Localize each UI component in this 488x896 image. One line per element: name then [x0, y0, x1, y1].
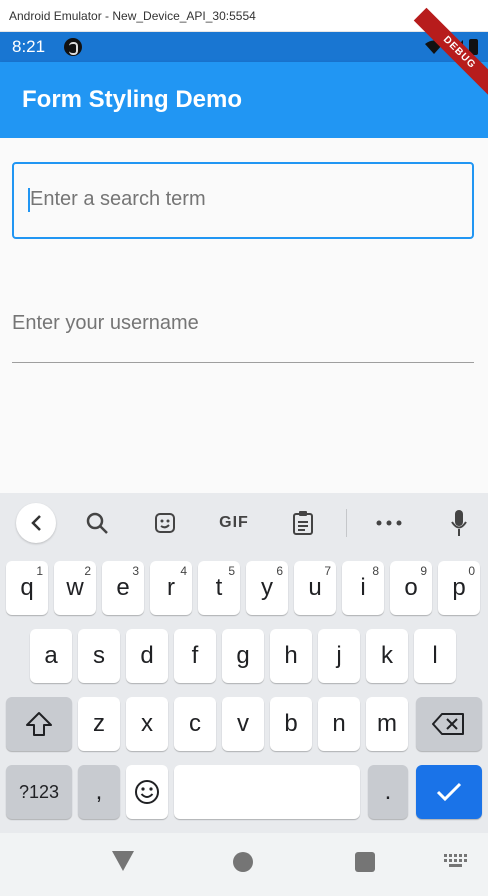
username-placeholder: Enter your username — [12, 312, 199, 334]
chevron-left-icon — [31, 515, 41, 531]
key-g[interactable]: g — [222, 629, 264, 683]
page-title: Form Styling Demo — [22, 86, 243, 113]
keyboard-switch-icon[interactable] — [444, 854, 468, 870]
emulator-window-title: Android Emulator - New_Device_API_30:555… — [0, 0, 488, 32]
search-input[interactable]: Enter a search term — [12, 162, 474, 239]
key-d[interactable]: d — [126, 629, 168, 683]
key-hint: 0 — [468, 564, 475, 578]
key-hint: 7 — [324, 564, 331, 578]
system-navigation-bar — [0, 833, 488, 896]
keyboard-gif-button[interactable]: GIF — [212, 504, 256, 542]
nav-home-icon[interactable] — [233, 852, 253, 872]
key-label: p — [452, 574, 466, 601]
key-y[interactable]: y6 — [246, 561, 288, 615]
key-l[interactable]: l — [414, 629, 456, 683]
nav-back-icon[interactable] — [112, 851, 134, 871]
keyboard-more-button[interactable] — [370, 504, 408, 542]
key-label: e — [116, 574, 130, 601]
backspace-icon — [432, 713, 464, 735]
status-time: 8:21 — [12, 37, 46, 56]
key-hint: 2 — [84, 564, 91, 578]
space-key[interactable] — [174, 765, 360, 819]
key-u[interactable]: u7 — [294, 561, 336, 615]
key-n[interactable]: n — [318, 697, 360, 751]
key-label: i — [360, 574, 366, 601]
key-hint: 9 — [420, 564, 427, 578]
toolbar-divider — [346, 509, 347, 537]
key-f[interactable]: f — [174, 629, 216, 683]
keyboard-clipboard-button[interactable] — [284, 504, 322, 542]
key-label: q — [20, 574, 34, 601]
backspace-key[interactable] — [416, 697, 482, 751]
key-x[interactable]: x — [126, 697, 168, 751]
comma-key[interactable]: , — [78, 765, 120, 819]
key-label: w — [66, 574, 84, 601]
key-label: o — [404, 574, 418, 601]
key-hint: 8 — [372, 564, 379, 578]
more-icon — [376, 520, 402, 526]
key-k[interactable]: k — [366, 629, 408, 683]
key-p[interactable]: p0 — [438, 561, 480, 615]
search-icon — [86, 512, 108, 534]
keyboard-search-button[interactable] — [78, 504, 116, 542]
key-hint: 5 — [228, 564, 235, 578]
app-bar: Form Styling Demo — [0, 62, 488, 138]
keyboard-collapse-button[interactable] — [16, 503, 56, 543]
emoji-icon — [135, 780, 159, 804]
key-j[interactable]: j — [318, 629, 360, 683]
notification-icon — [64, 38, 82, 56]
microphone-icon — [451, 510, 467, 536]
form-body: Enter a search term Enter your username — [0, 138, 488, 493]
key-label: r — [167, 574, 175, 601]
checkmark-icon — [436, 782, 462, 802]
enter-key[interactable] — [416, 765, 482, 819]
key-z[interactable]: z — [78, 697, 120, 751]
key-r[interactable]: r4 — [150, 561, 192, 615]
soft-keyboard: GIF q1 w2 e3 r4 t5 y6 u7 i8 o9 p0 a s d … — [0, 493, 488, 833]
keyboard-toolbar: GIF — [0, 493, 488, 551]
shift-key[interactable] — [6, 697, 72, 751]
key-o[interactable]: o9 — [390, 561, 432, 615]
key-t[interactable]: t5 — [198, 561, 240, 615]
key-m[interactable]: m — [366, 697, 408, 751]
key-c[interactable]: c — [174, 697, 216, 751]
key-s[interactable]: s — [78, 629, 120, 683]
key-w[interactable]: w2 — [54, 561, 96, 615]
nav-recents-icon[interactable] — [355, 852, 375, 872]
key-a[interactable]: a — [30, 629, 72, 683]
key-h[interactable]: h — [270, 629, 312, 683]
key-e[interactable]: e3 — [102, 561, 144, 615]
status-bar: 8:21 — [0, 32, 488, 62]
keyboard-sticker-button[interactable] — [146, 504, 184, 542]
key-v[interactable]: v — [222, 697, 264, 751]
keyboard-voice-button[interactable] — [440, 504, 478, 542]
key-b[interactable]: b — [270, 697, 312, 751]
key-label: y — [261, 574, 273, 601]
key-i[interactable]: i8 — [342, 561, 384, 615]
gif-label: GIF — [219, 514, 249, 531]
key-label: u — [308, 574, 322, 601]
clipboard-icon — [293, 511, 313, 535]
key-hint: 3 — [132, 564, 139, 578]
period-key[interactable]: . — [368, 765, 408, 819]
symbols-key[interactable]: ?123 — [6, 765, 72, 819]
search-placeholder: Enter a search term — [30, 188, 206, 210]
key-hint: 4 — [180, 564, 187, 578]
shift-icon — [26, 712, 52, 736]
key-label: t — [215, 574, 223, 601]
emoji-key[interactable] — [126, 765, 168, 819]
key-hint: 1 — [36, 564, 43, 578]
key-hint: 6 — [276, 564, 283, 578]
key-q[interactable]: q1 — [6, 561, 48, 615]
sticker-icon — [155, 513, 175, 533]
username-input[interactable]: Enter your username — [12, 298, 474, 363]
